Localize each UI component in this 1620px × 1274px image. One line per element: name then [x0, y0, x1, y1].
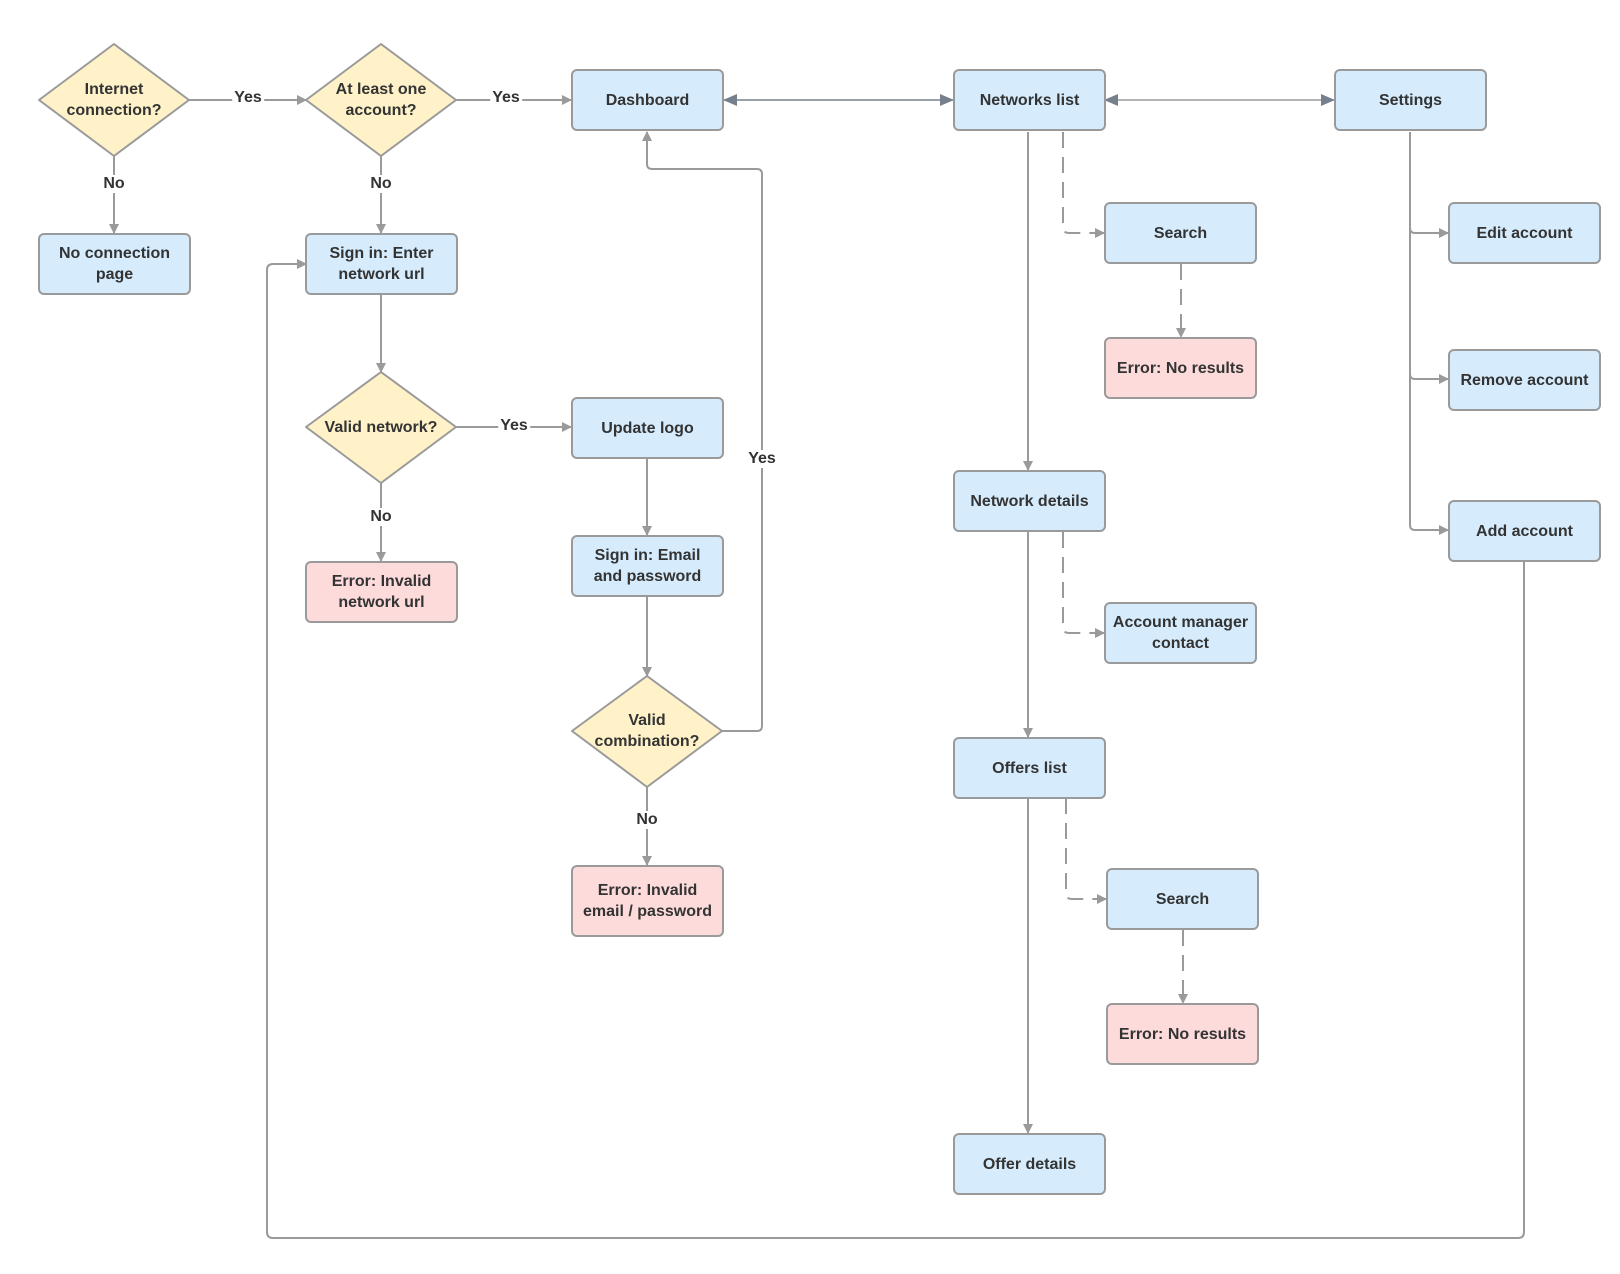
node-sign-in-email-password-label: Sign in: Email and password — [593, 547, 702, 585]
edge-settings-to-edit-account — [1409, 132, 1449, 238]
node-add-account-label: Add account — [1476, 522, 1573, 540]
node-no-connection-page[interactable]: No connection page — [38, 233, 191, 295]
node-edit-account[interactable]: Edit account — [1448, 202, 1601, 264]
node-edit-account-label: Edit account — [1476, 224, 1573, 242]
flowchart-canvas: Internet connection? At least one accoun… — [0, 0, 1620, 1274]
node-account-manager-contact[interactable]: Account manager contact — [1104, 602, 1257, 664]
node-error-invalid-email-password[interactable]: Error: Invalid email / password — [571, 865, 724, 937]
node-remove-account[interactable]: Remove account — [1448, 349, 1601, 411]
node-no-connection-page-label: No connection page — [58, 245, 171, 283]
edge-network-details-to-contact-dashed — [1062, 532, 1105, 638]
node-networks-list-label: Networks list — [979, 91, 1080, 109]
node-error-no-results-networks-label: Error: No results — [1116, 359, 1245, 377]
node-sign-in-network-url-label: Sign in: Enter network url — [329, 245, 434, 283]
edge-settings-to-remove-account — [1409, 228, 1449, 384]
node-network-details-label: Network details — [970, 492, 1089, 510]
edge-offers-to-search-dashed — [1065, 798, 1107, 904]
node-error-invalid-email-password-label: Error: Invalid email / password — [583, 882, 712, 920]
node-settings[interactable]: Settings — [1334, 69, 1487, 131]
node-search-offers-label: Search — [1155, 890, 1210, 908]
node-error-invalid-network-url-label: Error: Invalid network url — [331, 573, 432, 611]
node-offer-details-label: Offer details — [982, 1155, 1077, 1173]
edge-label-internet-no: No — [101, 175, 127, 193]
decision-internet-connection-shape[interactable] — [38, 43, 190, 157]
edge-label-network-yes: Yes — [498, 417, 530, 435]
node-offers-list-label: Offers list — [992, 759, 1067, 777]
node-add-account[interactable]: Add account — [1448, 500, 1601, 562]
node-sign-in-email-password[interactable]: Sign in: Email and password — [571, 535, 724, 597]
node-sign-in-network-url[interactable]: Sign in: Enter network url — [305, 233, 458, 295]
node-network-details[interactable]: Network details — [953, 470, 1106, 532]
node-remove-account-label: Remove account — [1460, 371, 1589, 389]
edge-label-account-no: No — [368, 175, 394, 193]
decision-valid-combination-shape[interactable] — [571, 675, 723, 788]
node-search-networks[interactable]: Search — [1104, 202, 1257, 264]
node-error-no-results-offers-label: Error: No results — [1118, 1025, 1247, 1043]
node-networks-list[interactable]: Networks list — [953, 69, 1106, 131]
node-error-no-results-offers[interactable]: Error: No results — [1106, 1003, 1259, 1065]
decision-valid-network-shape[interactable] — [305, 371, 457, 484]
node-settings-label: Settings — [1378, 91, 1443, 109]
edge-networks-to-search-dashed — [1062, 132, 1105, 238]
node-search-networks-label: Search — [1153, 224, 1208, 242]
edge-label-combination-yes: Yes — [746, 450, 778, 468]
node-account-manager-contact-label: Account manager contact — [1112, 614, 1249, 652]
node-error-invalid-network-url[interactable]: Error: Invalid network url — [305, 561, 458, 623]
node-dashboard[interactable]: Dashboard — [571, 69, 724, 131]
node-update-logo-label: Update logo — [601, 419, 694, 437]
edge-label-account-yes: Yes — [490, 89, 522, 107]
node-offers-list[interactable]: Offers list — [953, 737, 1106, 799]
edge-add-account-to-sign-in — [266, 259, 1525, 1239]
edges-layer — [38, 43, 1525, 1239]
node-error-no-results-networks[interactable]: Error: No results — [1104, 337, 1257, 399]
node-update-logo[interactable]: Update logo — [571, 397, 724, 459]
node-search-offers[interactable]: Search — [1106, 868, 1259, 930]
node-offer-details[interactable]: Offer details — [953, 1133, 1106, 1195]
decision-at-least-one-account-shape[interactable] — [305, 43, 457, 157]
node-dashboard-label: Dashboard — [605, 91, 690, 109]
edge-label-network-no: No — [368, 508, 394, 526]
edge-label-internet-yes: Yes — [232, 89, 264, 107]
edge-settings-to-add-account — [1409, 374, 1449, 535]
edge-label-combination-no: No — [634, 811, 660, 829]
